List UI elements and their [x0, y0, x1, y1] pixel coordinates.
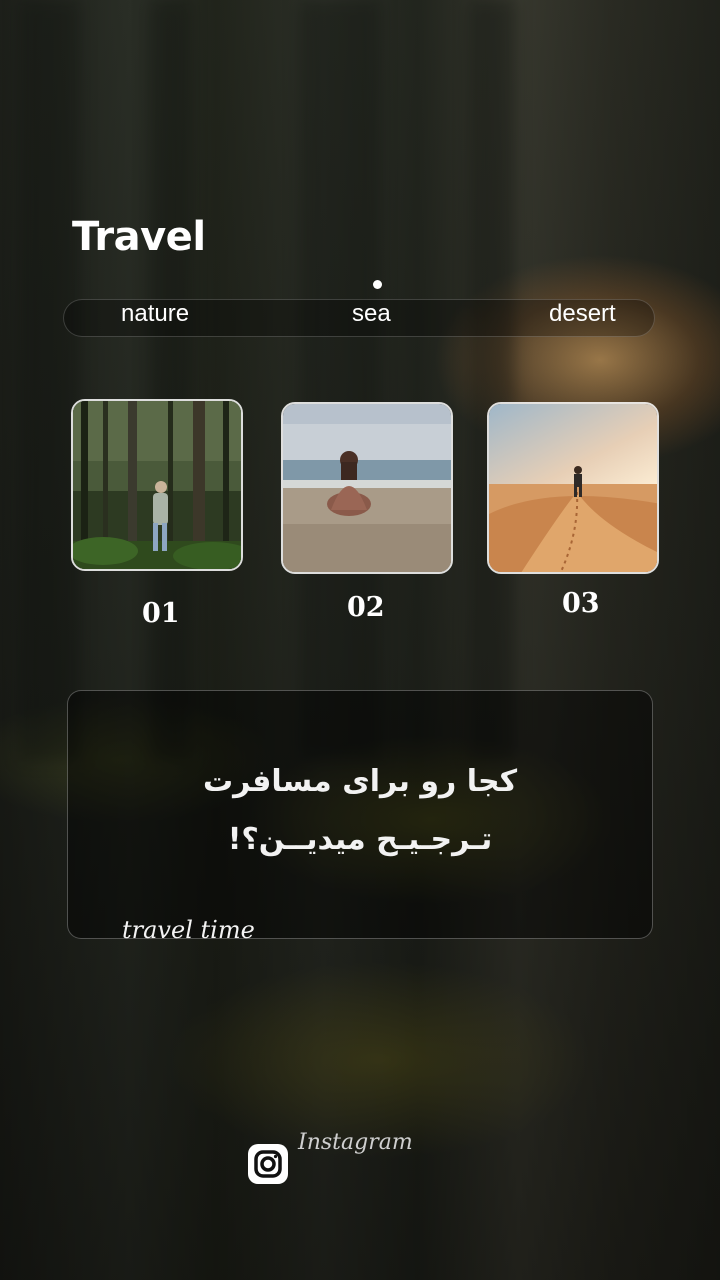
instagram-label[interactable]: Instagram: [298, 1130, 413, 1155]
page-title: Travel: [72, 214, 206, 260]
card-nature-photo[interactable]: [71, 399, 243, 571]
card-number-02: 02: [347, 592, 385, 623]
tagline: travel time: [122, 916, 255, 944]
instagram-icon[interactable]: [248, 1144, 288, 1184]
tab-sea[interactable]: sea: [352, 300, 391, 328]
desert-photo: [489, 404, 657, 572]
tab-nature[interactable]: nature: [121, 300, 189, 328]
question-panel: [67, 690, 653, 939]
card-number-01: 01: [142, 598, 180, 629]
tab-desert[interactable]: desert: [549, 300, 616, 328]
card-sea-photo[interactable]: [281, 402, 453, 574]
beach-photo: [283, 404, 451, 572]
active-indicator-dot: [373, 280, 382, 289]
forest-photo: [73, 401, 241, 569]
background-overlay: [0, 0, 720, 1280]
question-line-2: تـرجـیـح میدیــن؟!: [227, 822, 493, 857]
card-desert-photo[interactable]: [487, 402, 659, 574]
question-line-1: کجا رو برای مسافرت: [202, 764, 518, 799]
card-number-03: 03: [562, 588, 600, 619]
